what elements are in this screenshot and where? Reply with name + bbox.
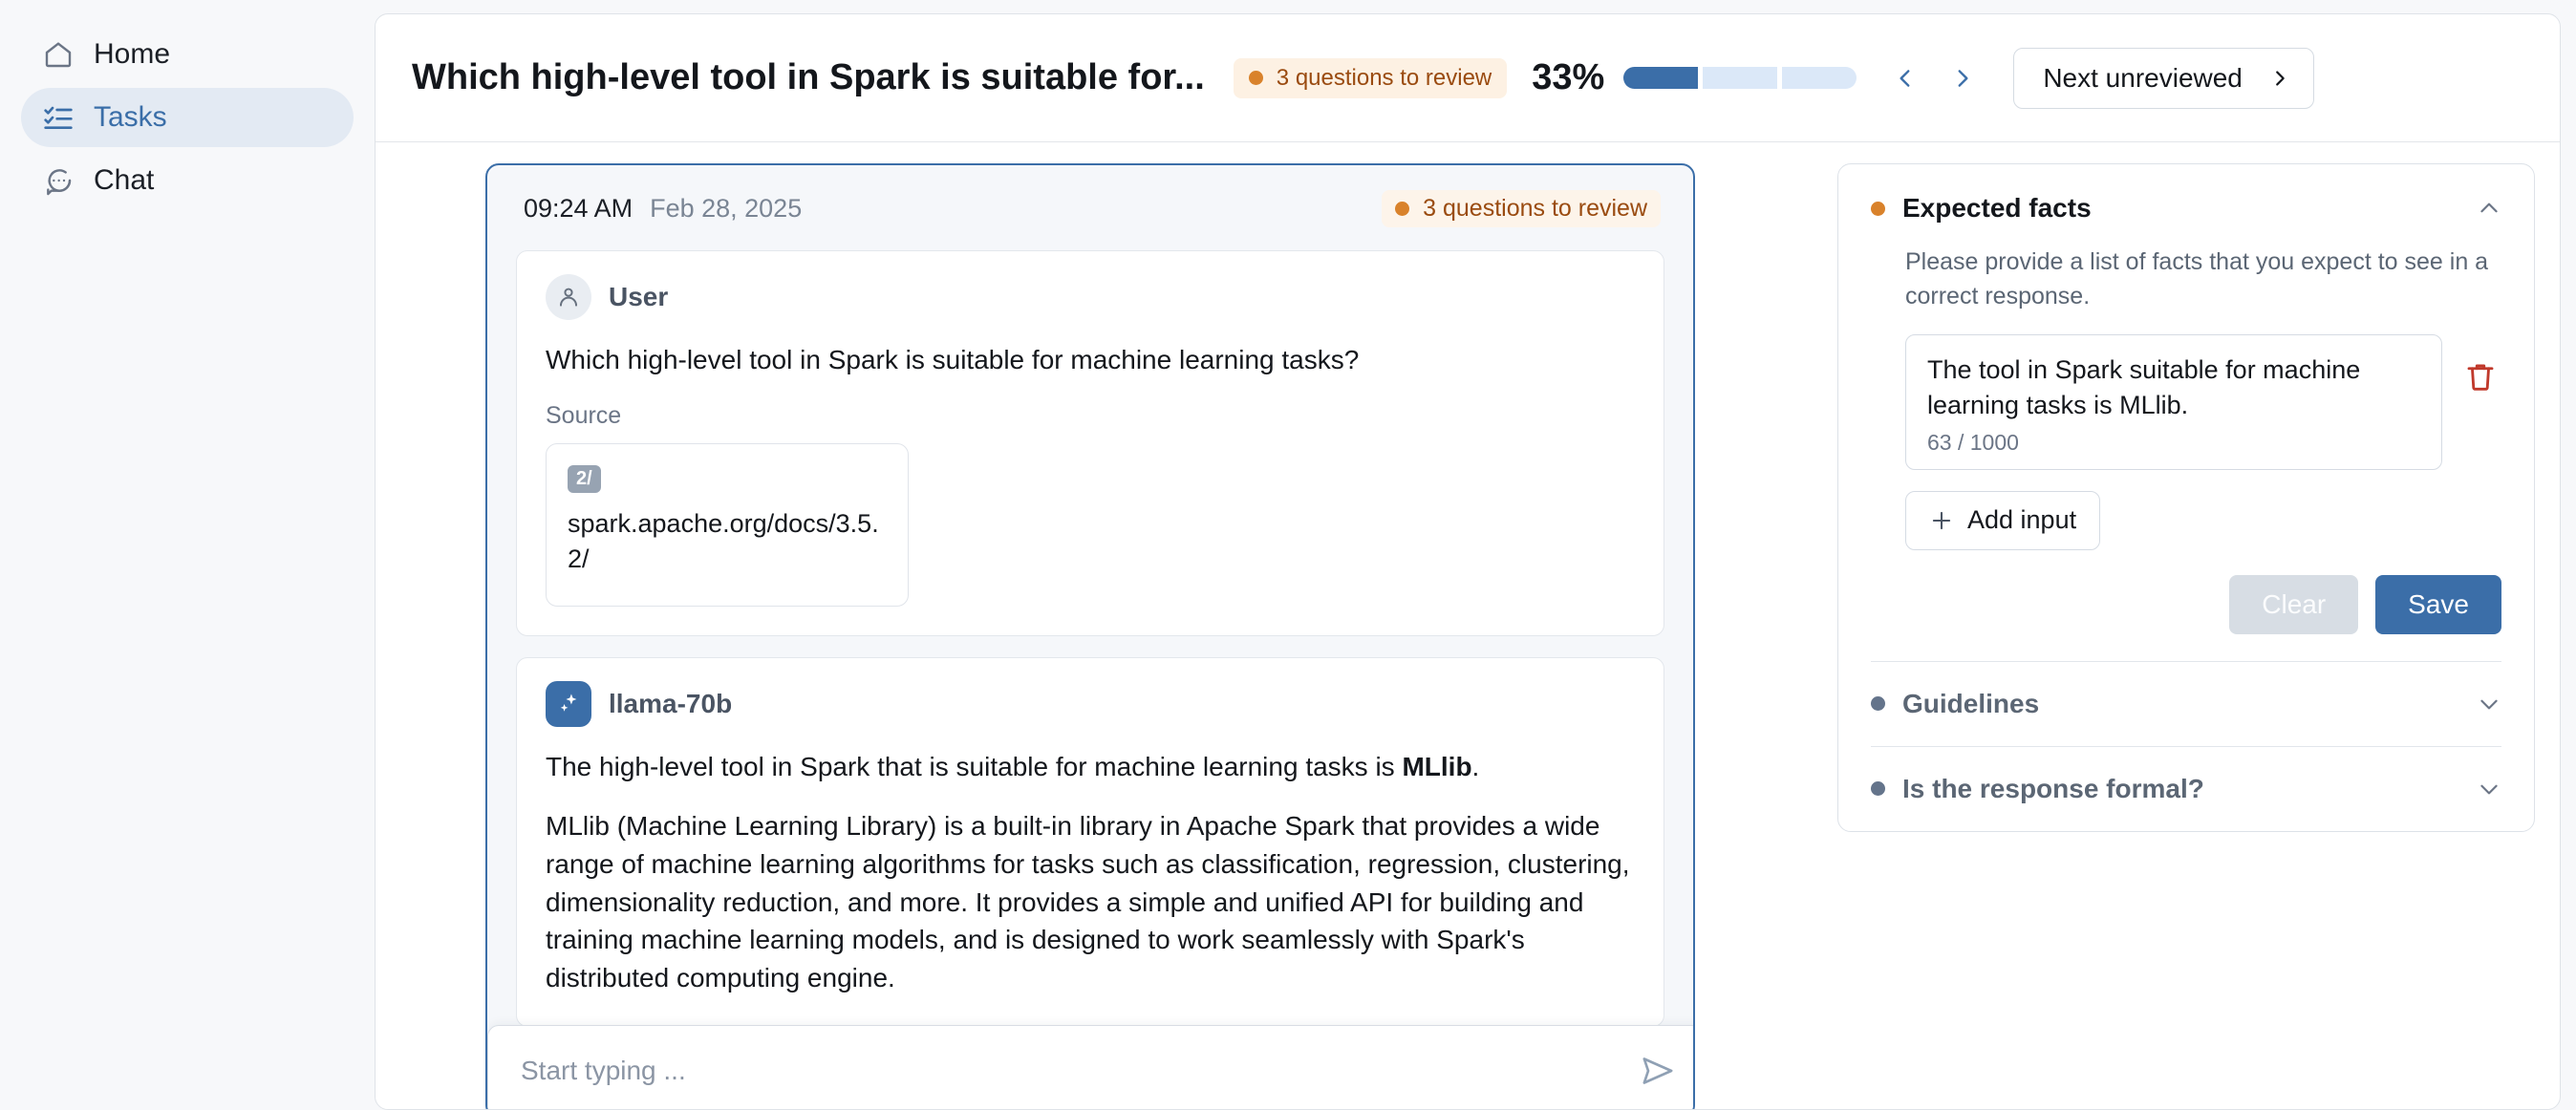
pager	[1879, 53, 1988, 104]
sidebar: Home Tasks Chat	[0, 0, 375, 1110]
progress-segment	[1782, 67, 1857, 89]
expected-fact-input[interactable]: The tool in Spark suitable for machine l…	[1905, 334, 2442, 470]
sidebar-item-tasks[interactable]: Tasks	[21, 88, 354, 147]
task-header: Which high-level tool in Spark is suitab…	[376, 14, 2560, 142]
assistant-para-1: The high-level tool in Spark that is sui…	[546, 748, 1635, 786]
message-user: User Which high-level tool in Spark is s…	[516, 250, 1664, 637]
conversation-panel[interactable]: 09:24 AM Feb 28, 2025 3 questions to rev…	[485, 163, 1695, 1109]
timestamp: 09:24 AM Feb 28, 2025	[524, 194, 802, 224]
sidebar-item-label: Tasks	[94, 101, 167, 133]
checklist-icon	[42, 101, 75, 134]
source-url: spark.apache.org/docs/3.5.2/	[568, 508, 879, 573]
send-icon[interactable]	[1639, 1052, 1677, 1090]
form-actions: Clear Save	[1871, 574, 2501, 634]
sidebar-item-label: Home	[94, 38, 171, 70]
chevron-left-icon	[1900, 69, 1910, 87]
chevron-down-icon[interactable]	[2477, 692, 2501, 716]
message-assistant: llama-70b The high-level tool in Spark t…	[516, 657, 1664, 1027]
conversation-meta: 09:24 AM Feb 28, 2025 3 questions to rev…	[516, 190, 1664, 227]
section-title: Is the response formal?	[1902, 773, 2204, 803]
conversation-review-badge: 3 questions to review	[1382, 190, 1661, 227]
home-icon	[42, 38, 75, 71]
chevron-right-icon	[2276, 70, 2285, 86]
header-review-badge: 3 questions to review	[1233, 57, 1508, 98]
sidebar-item-home[interactable]: Home	[21, 25, 354, 84]
criteria-card: Expected facts Please provide a list of …	[1837, 163, 2535, 832]
message-composer[interactable]	[487, 1025, 1693, 1109]
section-response-formal: Is the response formal?	[1871, 747, 2501, 804]
assistant-para-1-bold: MLlib	[1402, 752, 1472, 782]
chevron-right-icon	[1958, 69, 1968, 87]
trash-icon[interactable]	[2463, 359, 2501, 397]
timestamp-date: Feb 28, 2025	[650, 194, 803, 223]
assistant-para-1-pre: The high-level tool in Spark that is sui…	[546, 752, 1403, 782]
status-dot-icon	[1248, 71, 1263, 85]
plus-icon	[1932, 511, 1951, 529]
character-counter: 63 / 1000	[1927, 429, 2019, 455]
page-title: Which high-level tool in Spark is suitab…	[412, 57, 1205, 97]
section-expected-facts-header[interactable]: Expected facts	[1871, 193, 2501, 224]
next-question-button[interactable]	[1937, 53, 1988, 104]
add-input-label: Add input	[1967, 505, 2077, 534]
chevron-up-icon[interactable]	[2477, 196, 2501, 221]
message-header: User	[546, 274, 1635, 320]
source-badge: 2/	[568, 464, 601, 493]
status-dot-icon	[1871, 696, 1885, 711]
evaluation-sidebar: Expected facts Please provide a list of …	[1805, 163, 2560, 1109]
section-title: Guidelines	[1902, 688, 2040, 718]
expected-fact-row: The tool in Spark suitable for machine l…	[1905, 334, 2501, 470]
conversation-area: 09:24 AM Feb 28, 2025 3 questions to rev…	[376, 163, 1805, 1109]
progress-segment	[1703, 67, 1778, 89]
assistant-para-1-post: .	[1471, 752, 1480, 782]
expected-fact-value: The tool in Spark suitable for machine l…	[1927, 355, 2361, 420]
add-input-button[interactable]: Add input	[1905, 490, 2101, 550]
status-dot-icon	[1395, 202, 1410, 216]
message-body: The high-level tool in Spark that is sui…	[546, 748, 1635, 997]
section-title: Expected facts	[1902, 193, 2092, 223]
review-badge-label: 3 questions to review	[1423, 195, 1647, 222]
review-badge-label: 3 questions to review	[1276, 64, 1492, 91]
section-guidelines: Guidelines	[1871, 662, 2501, 719]
status-dot-icon	[1871, 781, 1885, 796]
chat-input[interactable]	[521, 1056, 1639, 1086]
message-body: Which high-level tool in Spark is suitab…	[546, 345, 1360, 374]
section-description: Please provide a list of facts that you …	[1905, 248, 2489, 310]
progress-bar	[1623, 67, 1857, 89]
timestamp-time: 09:24 AM	[524, 194, 633, 223]
sparkle-icon	[546, 681, 591, 728]
status-dot-icon	[1871, 201, 1885, 216]
task-body: 09:24 AM Feb 28, 2025 3 questions to rev…	[376, 142, 2560, 1109]
source-card[interactable]: 2/ spark.apache.org/docs/3.5.2/	[546, 442, 909, 608]
clear-button[interactable]: Clear	[2229, 574, 2359, 634]
chat-bubble-icon	[42, 164, 75, 197]
message-author: llama-70b	[609, 689, 733, 719]
assistant-para-2: MLlib (Machine Learning Library) is a bu…	[546, 811, 1630, 993]
progress-percent: 33%	[1532, 57, 1605, 97]
prev-question-button[interactable]	[1879, 53, 1931, 104]
section-guidelines-header[interactable]: Guidelines	[1871, 689, 2501, 719]
source-label: Source	[546, 401, 622, 429]
section-response-formal-header[interactable]: Is the response formal?	[1871, 774, 2501, 804]
sidebar-item-label: Chat	[94, 164, 155, 196]
save-button[interactable]: Save	[2375, 574, 2501, 634]
next-unreviewed-label: Next unreviewed	[2043, 62, 2243, 93]
sidebar-item-chat[interactable]: Chat	[21, 151, 354, 210]
user-avatar-icon	[546, 274, 591, 320]
message-header: llama-70b	[546, 681, 1635, 728]
progress-segment	[1623, 67, 1699, 89]
chevron-down-icon[interactable]	[2477, 777, 2501, 801]
app-root: Home Tasks Chat Which high-level tool in…	[0, 0, 2576, 1110]
message-author: User	[609, 282, 669, 311]
main-panel: Which high-level tool in Spark is suitab…	[375, 13, 2561, 1110]
next-unreviewed-button[interactable]: Next unreviewed	[2013, 47, 2314, 109]
